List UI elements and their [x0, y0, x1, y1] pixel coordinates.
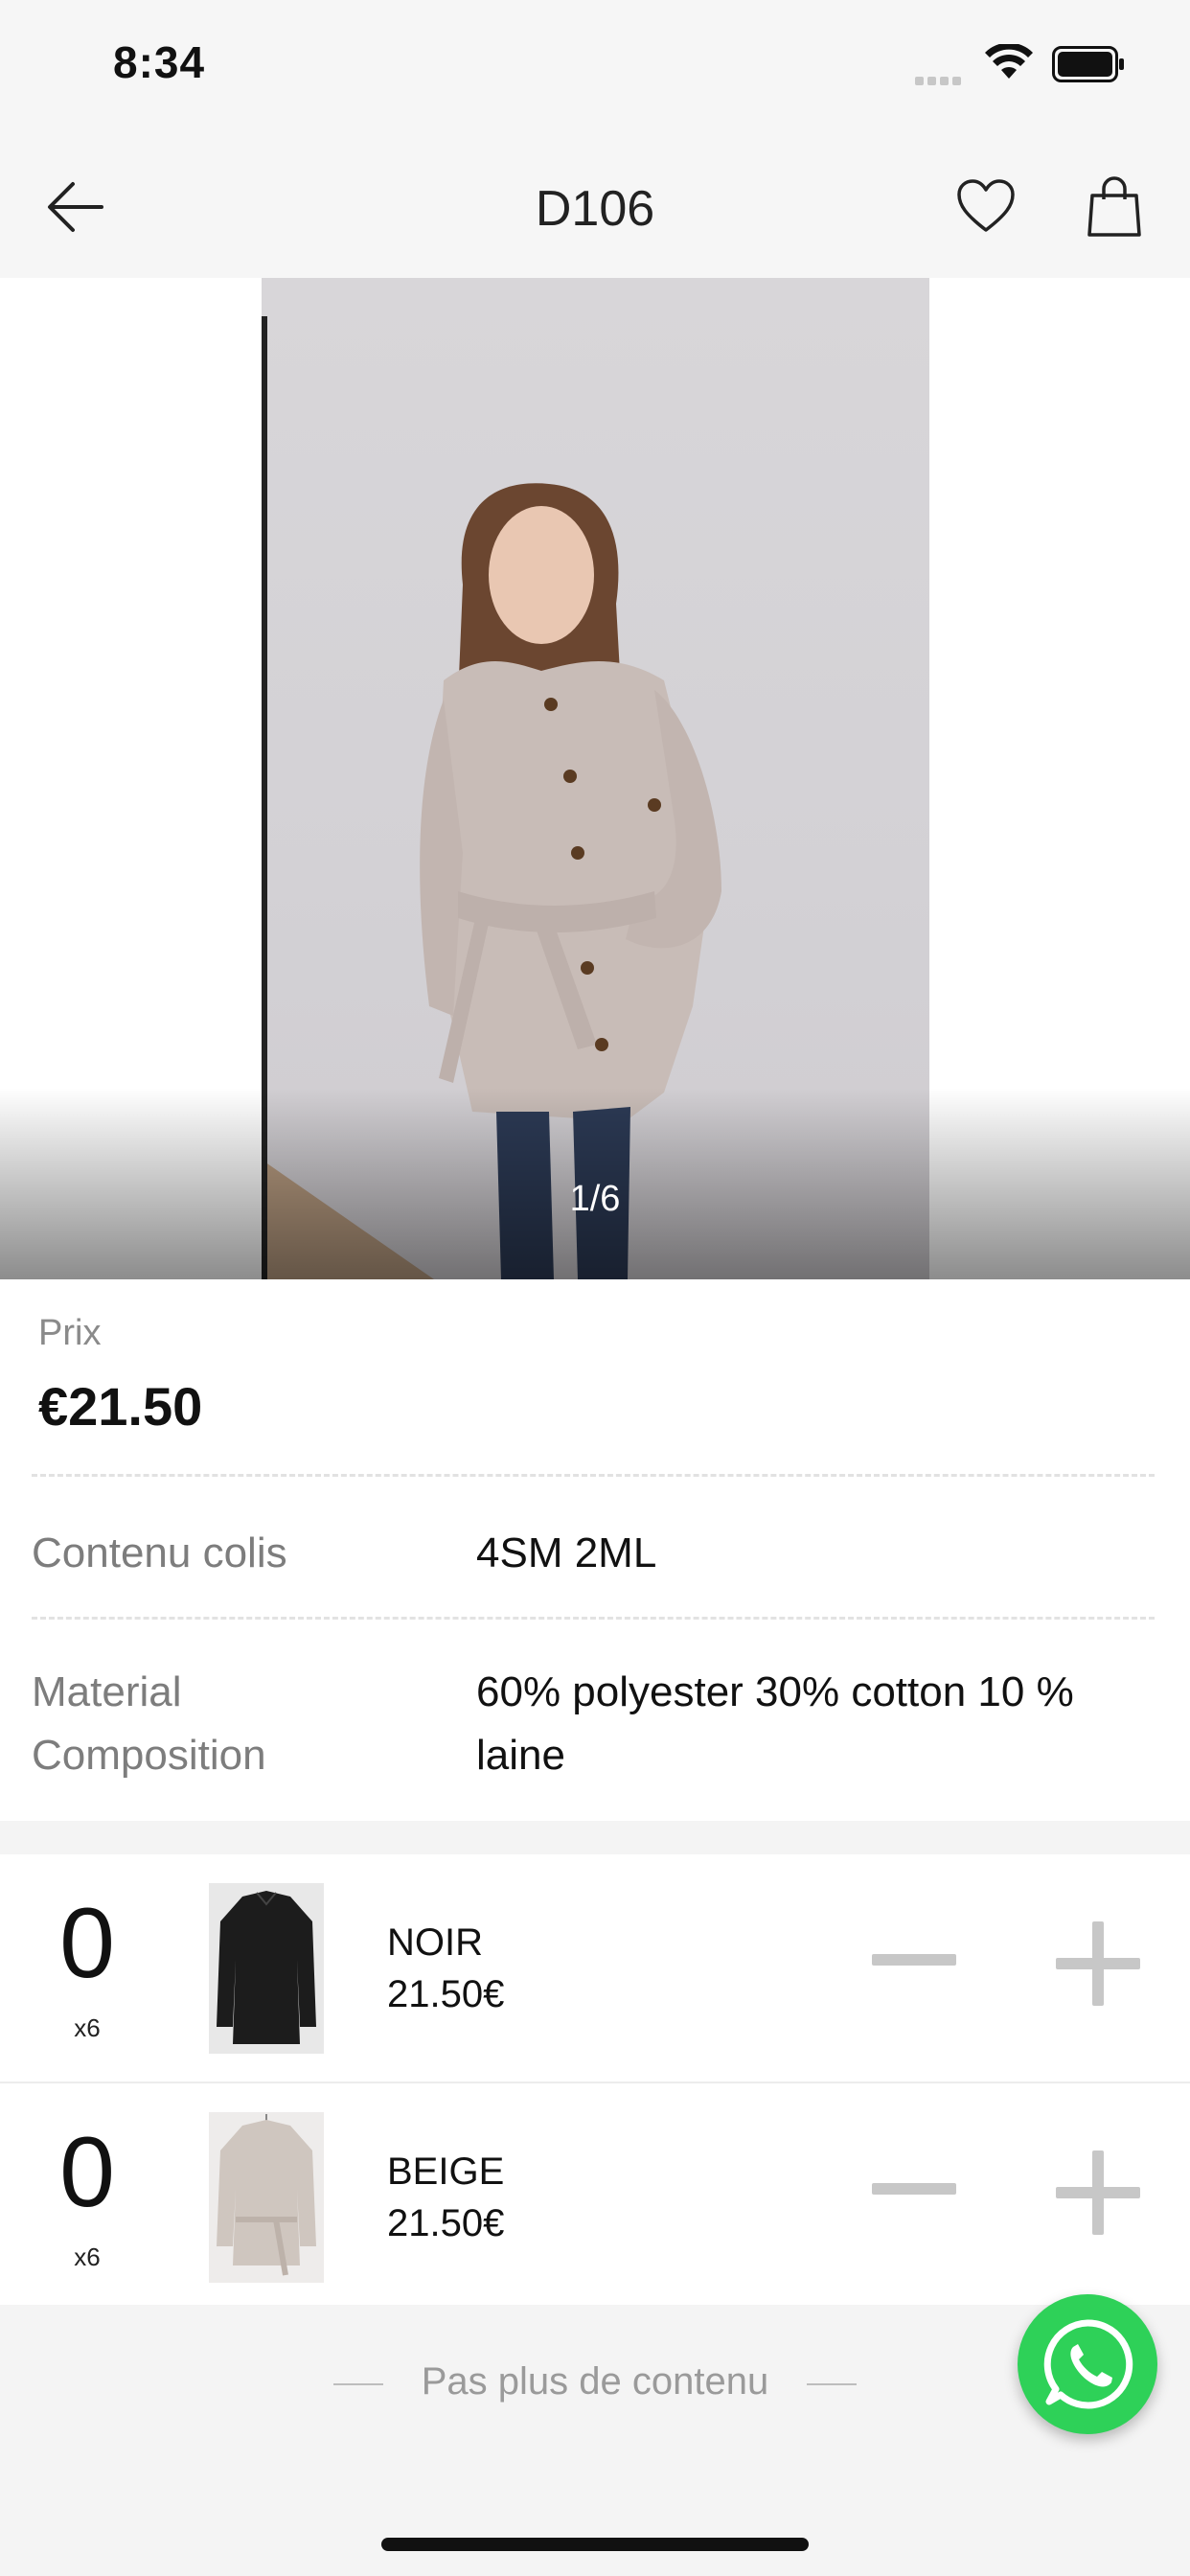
variant-price: 21.50€	[387, 1973, 505, 2015]
product-photo[interactable]	[262, 278, 929, 1279]
wifi-icon	[985, 44, 1033, 79]
material-composition-value: 60% polyester 30% cotton 10 % laine	[476, 1661, 1166, 1787]
price-value: €21.50	[38, 1376, 203, 1437]
variant-row-beige: 0 x6 BEIGE 21.50€	[0, 2083, 1190, 2312]
material-label-line2: Composition	[32, 1732, 266, 1779]
favorite-heart-icon[interactable]	[956, 178, 1016, 234]
variant-multiplier: x6	[74, 2013, 101, 2042]
material-value-line1: 60% polyester 30% cotton 10 %	[476, 1668, 1074, 1715]
divider	[32, 1617, 1155, 1620]
variant-thumbnail-noir[interactable]	[209, 1883, 324, 2054]
image-page-counter: 1/6	[569, 1179, 621, 1219]
variant-thumbnail-beige[interactable]	[209, 2112, 324, 2283]
variant-quantity: 0	[59, 1888, 115, 1999]
variant-list: 0 x6 NOIR 21.50€ 0 x6 BEIGE 21.50€	[0, 1854, 1190, 2312]
footer-divider-right	[807, 2383, 857, 2385]
increase-quantity-button[interactable]	[1056, 1921, 1140, 2006]
package-content-label: Contenu colis	[32, 1530, 287, 1576]
variant-color-name: BEIGE	[387, 2150, 505, 2193]
variant-row-noir: 0 x6 NOIR 21.50€	[0, 1854, 1190, 2083]
material-label-line1: Material	[32, 1668, 182, 1715]
increase-quantity-button[interactable]	[1056, 2150, 1140, 2235]
whatsapp-chat-button[interactable]	[1018, 2294, 1157, 2434]
decrease-quantity-button[interactable]	[872, 2183, 956, 2195]
product-info-panel: Prix €21.50 Contenu colis 4SM 2ML Materi…	[0, 1279, 1190, 1821]
price-label: Prix	[38, 1313, 102, 1353]
shopping-bag-icon[interactable]	[1087, 176, 1142, 238]
home-indicator	[381, 2538, 809, 2551]
variant-quantity: 0	[59, 2117, 115, 2228]
whatsapp-icon	[1043, 2319, 1133, 2409]
divider	[32, 1474, 1155, 1477]
material-value-line2: laine	[476, 1732, 565, 1779]
product-image-carousel[interactable]: 1/6	[0, 278, 1190, 1279]
variant-color-name: NOIR	[387, 1921, 483, 1964]
material-composition-label: Material Composition	[32, 1661, 266, 1787]
battery-icon	[1052, 46, 1124, 82]
signal-icon	[915, 73, 965, 90]
status-time: 8:34	[113, 37, 206, 87]
navigation-bar: D106	[0, 134, 1190, 279]
end-of-content-text: Pas plus de contenu	[421, 2360, 769, 2403]
variant-multiplier: x6	[74, 2242, 101, 2271]
variant-price: 21.50€	[387, 2202, 505, 2244]
end-of-content-footer: Pas plus de contenu	[0, 2305, 1190, 2458]
status-bar: 8:34	[0, 0, 1190, 134]
decrease-quantity-button[interactable]	[872, 1954, 956, 1966]
package-content-value: 4SM 2ML	[476, 1530, 657, 1576]
